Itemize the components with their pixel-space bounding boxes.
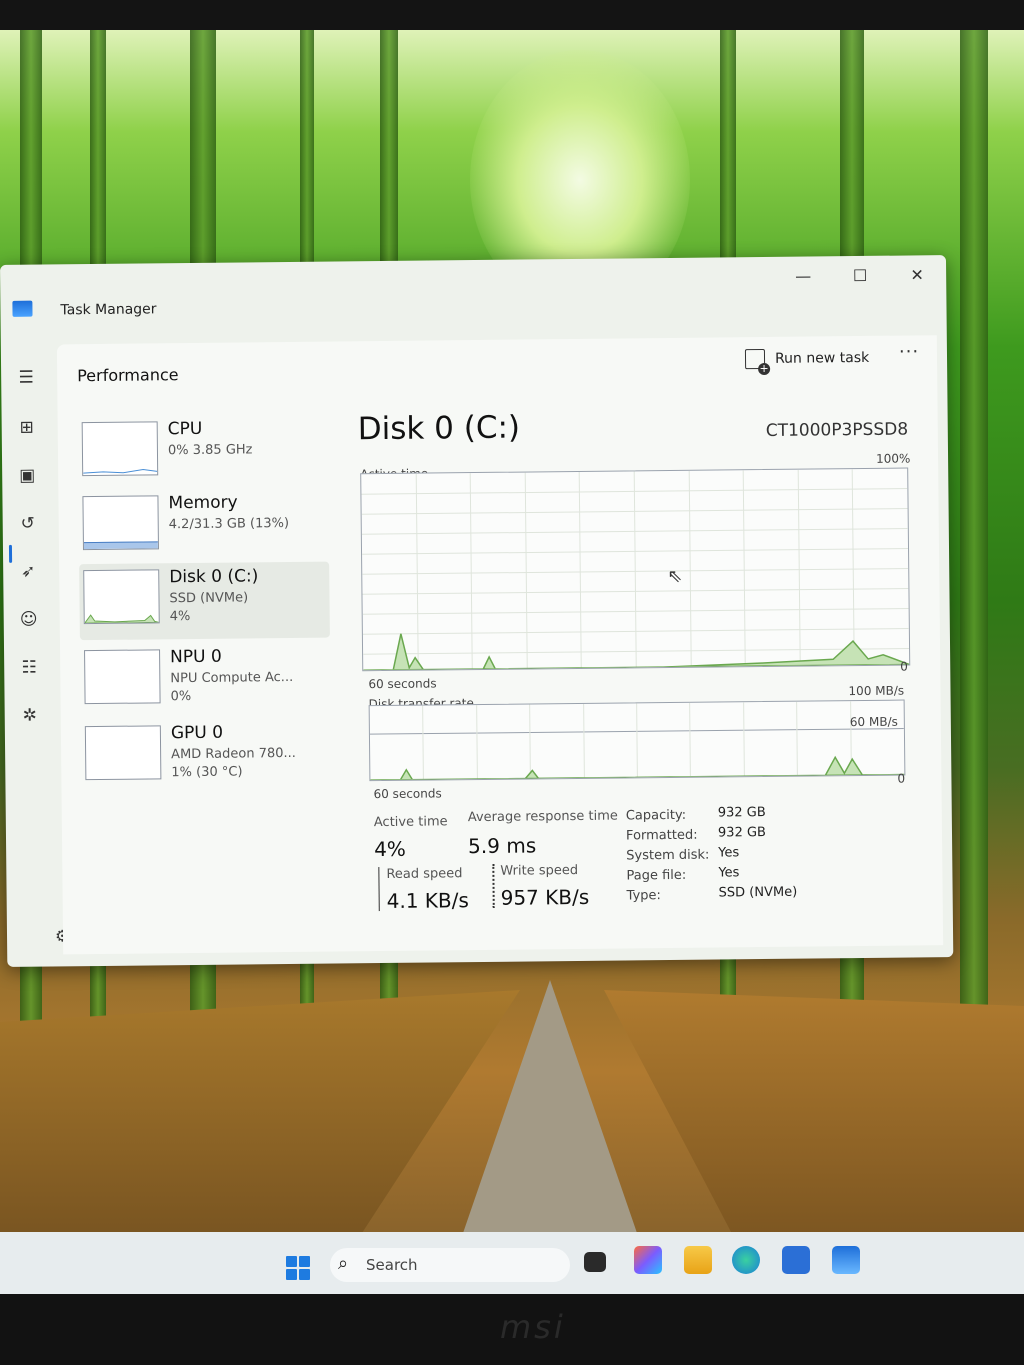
task-manager-taskbar-icon[interactable] [832,1246,860,1274]
transfer-rate-graph: 60 MB/s [368,699,906,782]
device-name: GPU 0 [170,722,224,744]
search-placeholder: Search [366,1256,418,1274]
cpu-thumbnail-graph [81,421,159,477]
run-new-task-label: Run new task [774,349,870,367]
device-item-memory[interactable]: Memory 4.2/31.3 GB (13%) [78,488,329,559]
users-icon[interactable]: ☺ [16,609,42,631]
stat-write-speed-value: 957 KB/s [500,884,590,910]
transfer-rate-mid-label: 60 MB/s [849,714,898,730]
maximize-button[interactable]: ☐ [845,266,875,285]
transfer-rate-seconds-label: 60 seconds [373,786,442,802]
prop-system-disk-value: Yes [718,845,740,861]
nav-active-indicator [8,544,13,563]
npu-thumbnail-graph [84,649,161,705]
task-manager-logo-icon [12,300,33,317]
prop-system-disk-key: System disk: [626,847,710,864]
minimize-button[interactable]: — [788,266,818,286]
window-title: Task Manager [60,301,157,319]
device-detail: 0% 3.85 GHz [167,442,253,459]
taskbar: ⌕ Search [0,1232,1024,1294]
active-time-max-label: 100% [876,451,911,466]
memory-thumbnail-graph [82,495,159,551]
monitor-brand-logo: msi [500,1308,566,1346]
device-detail: SSD (NVMe) [169,590,249,607]
mouse-cursor-icon: ⇖ [667,565,683,588]
device-detail: NPU Compute Ac... [170,669,294,687]
start-button[interactable] [286,1256,310,1280]
close-button[interactable]: ✕ [902,265,932,284]
stat-avg-response-label: Average response time [467,808,618,826]
stat-read-speed-label: Read speed [386,866,463,882]
prop-formatted-key: Formatted: [625,827,698,844]
task-view-icon[interactable] [584,1252,606,1272]
processes-icon[interactable]: ⊞ [14,417,40,439]
stat-write-speed-label: Write speed [500,862,579,879]
details-icon[interactable]: ☷ [16,657,42,679]
write-speed-divider [492,863,496,908]
active-time-min-label: 0 [900,659,908,674]
disk-model: CT1000P3PSSD8 [765,419,909,441]
disk-thumbnail-graph [83,569,160,625]
stat-active-time-value: 4% [374,836,406,862]
device-name: Disk 0 (C:) [169,566,259,588]
microsoft-365-icon[interactable] [634,1246,662,1274]
run-new-task-button[interactable]: Run new task [744,344,870,373]
app-history-icon[interactable]: ↺ [15,513,41,535]
device-item-gpu[interactable]: GPU 0 AMD Radeon 780... 1% (30 °C) [81,718,332,789]
stat-active-time-label: Active time [373,814,448,831]
title-bar[interactable]: Task Manager — ☐ ✕ [0,255,947,337]
left-nav: ☰ ⊞ ▣ ↺ ➶ ☺ ☷ ✲ [1,344,63,955]
device-detail: 4.2/31.3 GB (13%) [168,515,290,533]
task-manager-window: Task Manager — ☐ ✕ ☰ ⊞ ▣ ↺ ➶ ☺ ☷ ✲ ⚙ Per… [0,255,954,967]
read-speed-divider [378,867,380,912]
performance-icon[interactable]: ▣ [14,465,40,487]
prop-type-key: Type: [626,888,661,904]
startup-apps-icon[interactable]: ➶ [15,561,41,583]
device-usage: 4% [169,609,191,625]
stat-avg-response-value: 5.9 ms [467,833,537,859]
stat-read-speed-value: 4.1 KB/s [386,888,469,913]
device-item-npu[interactable]: NPU 0 NPU Compute Ac... 0% [80,642,331,713]
device-item-disk[interactable]: Disk 0 (C:) SSD (NVMe) 4% [79,561,330,641]
taskbar-search-box[interactable]: ⌕ Search [330,1248,570,1282]
file-explorer-icon[interactable] [684,1246,712,1274]
services-icon[interactable]: ✲ [17,705,43,727]
transfer-rate-min-label: 0 [897,771,906,786]
prop-formatted-value: 932 GB [717,825,767,841]
prop-page-file-value: Yes [718,865,740,881]
device-name: CPU [167,418,203,440]
device-detail: AMD Radeon 780... [171,745,296,763]
device-usage: 1% (30 °C) [171,764,243,781]
prop-capacity-key: Capacity: [625,807,687,824]
run-task-icon [744,348,766,370]
search-icon: ⌕ [338,1253,349,1274]
bamboo-stalk [960,30,988,1030]
active-time-graph-svg [361,469,910,671]
microsoft-store-icon[interactable] [782,1246,810,1274]
more-options-button[interactable]: ··· [899,341,919,362]
active-time-graph [360,467,911,672]
gpu-thumbnail-graph [84,725,162,781]
menu-icon[interactable]: ☰ [13,367,39,389]
monitor-bezel-bottom: msi [0,1294,1024,1365]
prop-type-value: SSD (NVMe) [718,884,798,901]
prop-page-file-key: Page file: [626,867,687,884]
device-name: NPU 0 [170,646,222,668]
disk-title: Disk 0 (C:) [357,409,521,448]
active-time-seconds-label: 60 seconds [368,676,437,692]
device-name: Memory [168,492,238,514]
performance-panel: Performance Run new task ··· CPU 0% 3.85… [56,335,944,955]
device-usage: 0% [170,689,192,705]
transfer-rate-max-label: 100 MB/s [848,683,905,699]
monitor-bezel-top [0,0,1024,30]
transfer-rate-graph-svg [369,701,905,781]
page-title: Performance [77,365,179,386]
prop-capacity-value: 932 GB [717,805,766,821]
edge-browser-icon[interactable] [732,1246,760,1274]
device-item-cpu[interactable]: CPU 0% 3.85 GHz [78,414,329,485]
